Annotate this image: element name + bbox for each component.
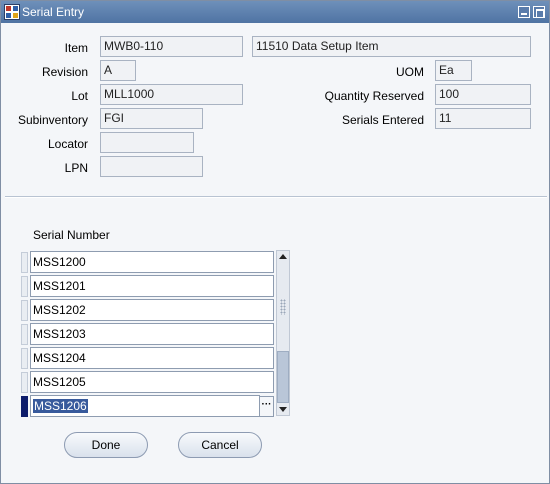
ellipsis-icon[interactable]: ··· (259, 396, 274, 417)
scroll-down-icon[interactable] (277, 403, 289, 415)
done-button[interactable]: Done (64, 432, 148, 458)
lot-label: Lot (71, 89, 88, 103)
window-title: Serial Entry (22, 5, 85, 19)
serial-number-field[interactable]: MSS1203 (30, 323, 274, 345)
scroll-up-icon[interactable] (277, 251, 289, 263)
uom-field[interactable]: Ea (435, 60, 472, 81)
revision-field[interactable]: A (100, 60, 136, 81)
subinventory-label: Subinventory (17, 113, 88, 127)
lot-field[interactable]: MLL1000 (100, 84, 243, 105)
row-selector[interactable] (21, 348, 28, 369)
revision-label: Revision (41, 65, 88, 79)
subinventory-field[interactable]: FGI (100, 108, 203, 129)
item-field[interactable]: MWB0-110 (100, 36, 243, 57)
maximize-icon[interactable] (533, 6, 545, 18)
serials-entered-field[interactable]: 11 (435, 108, 531, 129)
row-selector[interactable] (21, 324, 28, 345)
serial-number-header: Serial Number (33, 228, 110, 242)
serial-number-field[interactable]: MSS1201 (30, 275, 274, 297)
serial-entry-window: Serial Entry Item MWB0-110 11510 Data Se… (0, 0, 550, 484)
lpn-field[interactable] (100, 156, 203, 177)
oracle-app-icon (4, 4, 20, 20)
locator-label: Locator (47, 137, 88, 151)
uom-label: UOM (396, 65, 424, 79)
cancel-button[interactable]: Cancel (178, 432, 262, 458)
quantity-reserved-field[interactable]: 100 (435, 84, 531, 105)
minimize-icon[interactable] (518, 6, 530, 18)
current-row-indicator[interactable] (21, 396, 28, 417)
serial-number-field[interactable]: MSS1205 (30, 371, 274, 393)
row-selector[interactable] (21, 252, 28, 273)
scroll-thumb[interactable] (277, 351, 289, 403)
quantity-reserved-label: Quantity Reserved (324, 89, 424, 103)
row-selector[interactable] (21, 372, 28, 393)
serial-number-field-active[interactable]: MSS1206 (30, 395, 260, 417)
row-selector[interactable] (21, 276, 28, 297)
row-selector[interactable] (21, 300, 28, 321)
title-bar: Serial Entry (1, 1, 549, 23)
item-description-field[interactable]: 11510 Data Setup Item (252, 36, 531, 57)
item-label: Item (64, 41, 88, 55)
lpn-label: LPN (64, 161, 88, 175)
table-scrollbar[interactable] (276, 250, 290, 416)
section-divider (5, 196, 547, 198)
locator-field[interactable] (100, 132, 194, 153)
serial-number-field[interactable]: MSS1202 (30, 299, 274, 321)
scroll-grip (280, 299, 286, 315)
serial-number-field[interactable]: MSS1204 (30, 347, 274, 369)
serials-entered-label: Serials Entered (341, 113, 424, 127)
serial-number-field[interactable]: MSS1200 (30, 251, 274, 273)
